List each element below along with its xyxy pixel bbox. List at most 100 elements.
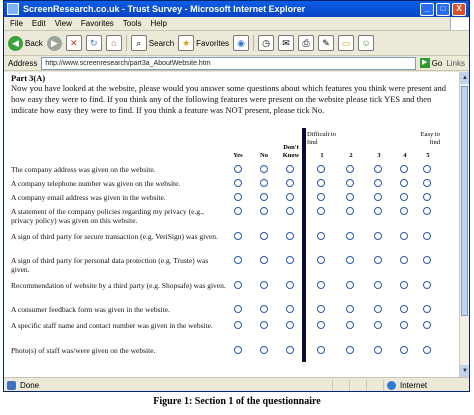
media-icon[interactable]: ◉ bbox=[233, 35, 250, 51]
radio-scale-4[interactable] bbox=[400, 232, 408, 240]
close-button[interactable]: X bbox=[452, 2, 466, 16]
radio-dont-know[interactable] bbox=[286, 165, 294, 173]
radio-no[interactable] bbox=[260, 232, 268, 240]
radio-scale-5[interactable] bbox=[423, 193, 431, 201]
radio-no[interactable] bbox=[260, 321, 268, 329]
radio-yes[interactable] bbox=[234, 305, 242, 313]
radio-no[interactable] bbox=[260, 193, 268, 201]
radio-scale-2[interactable] bbox=[346, 321, 354, 329]
radio-no[interactable] bbox=[260, 207, 268, 215]
radio-scale-1[interactable] bbox=[317, 256, 325, 264]
messenger-icon[interactable]: ☺ bbox=[358, 35, 375, 51]
vertical-scrollbar[interactable]: ▲ ▼ bbox=[459, 72, 469, 377]
radio-scale-5[interactable] bbox=[423, 165, 431, 173]
radio-scale-3[interactable] bbox=[374, 207, 382, 215]
home-icon[interactable]: ⌂ bbox=[105, 35, 122, 51]
radio-scale-1[interactable] bbox=[317, 346, 325, 354]
radio-dont-know[interactable] bbox=[286, 305, 294, 313]
scroll-up-icon[interactable]: ▲ bbox=[460, 72, 469, 84]
menu-view[interactable]: View bbox=[55, 19, 72, 28]
radio-dont-know[interactable] bbox=[286, 193, 294, 201]
radio-yes[interactable] bbox=[234, 232, 242, 240]
radio-scale-4[interactable] bbox=[400, 256, 408, 264]
search-button[interactable]: ⌕ Search bbox=[130, 34, 174, 52]
radio-dont-know[interactable] bbox=[286, 281, 294, 289]
radio-dont-know[interactable] bbox=[286, 207, 294, 215]
radio-scale-2[interactable] bbox=[346, 193, 354, 201]
radio-scale-5[interactable] bbox=[423, 207, 431, 215]
radio-scale-1[interactable] bbox=[317, 232, 325, 240]
refresh-icon[interactable]: ↻ bbox=[85, 35, 102, 51]
radio-scale-4[interactable] bbox=[400, 321, 408, 329]
radio-yes[interactable] bbox=[234, 281, 242, 289]
radio-scale-5[interactable] bbox=[423, 256, 431, 264]
maximize-button[interactable]: □ bbox=[436, 2, 450, 16]
radio-scale-5[interactable] bbox=[423, 321, 431, 329]
radio-scale-3[interactable] bbox=[374, 165, 382, 173]
links-button[interactable]: Links bbox=[446, 59, 465, 68]
address-input[interactable]: http://www.screenresearch/part3a_AboutWe… bbox=[41, 56, 416, 70]
radio-scale-4[interactable] bbox=[400, 179, 408, 187]
radio-dont-know[interactable] bbox=[286, 256, 294, 264]
menu-file[interactable]: File bbox=[10, 19, 23, 28]
radio-scale-5[interactable] bbox=[423, 346, 431, 354]
stop-icon[interactable]: ✕ bbox=[65, 35, 82, 51]
history-icon[interactable]: ◷ bbox=[258, 35, 275, 51]
back-button[interactable]: ◀ Back bbox=[8, 34, 43, 52]
radio-dont-know[interactable] bbox=[286, 321, 294, 329]
radio-yes[interactable] bbox=[234, 165, 242, 173]
radio-scale-1[interactable] bbox=[317, 193, 325, 201]
radio-scale-5[interactable] bbox=[423, 281, 431, 289]
radio-scale-3[interactable] bbox=[374, 346, 382, 354]
radio-scale-5[interactable] bbox=[423, 232, 431, 240]
radio-no[interactable] bbox=[260, 179, 268, 187]
menu-favorites[interactable]: Favorites bbox=[81, 19, 114, 28]
radio-scale-1[interactable] bbox=[317, 281, 325, 289]
radio-scale-3[interactable] bbox=[374, 281, 382, 289]
radio-yes[interactable] bbox=[234, 321, 242, 329]
radio-scale-5[interactable] bbox=[423, 305, 431, 313]
radio-yes[interactable] bbox=[234, 207, 242, 215]
radio-scale-4[interactable] bbox=[400, 305, 408, 313]
radio-scale-4[interactable] bbox=[400, 346, 408, 354]
radio-scale-2[interactable] bbox=[346, 346, 354, 354]
print-icon[interactable]: ⎙ bbox=[298, 35, 315, 51]
radio-scale-4[interactable] bbox=[400, 207, 408, 215]
radio-scale-2[interactable] bbox=[346, 256, 354, 264]
radio-scale-2[interactable] bbox=[346, 179, 354, 187]
folder-icon[interactable]: ▭ bbox=[338, 35, 355, 51]
radio-scale-4[interactable] bbox=[400, 193, 408, 201]
radio-no[interactable] bbox=[260, 256, 268, 264]
radio-scale-1[interactable] bbox=[317, 321, 325, 329]
radio-scale-3[interactable] bbox=[374, 256, 382, 264]
radio-no[interactable] bbox=[260, 165, 268, 173]
radio-dont-know[interactable] bbox=[286, 232, 294, 240]
menu-tools[interactable]: Tools bbox=[123, 19, 142, 28]
radio-no[interactable] bbox=[260, 346, 268, 354]
radio-yes[interactable] bbox=[234, 256, 242, 264]
forward-button[interactable]: ▶ bbox=[46, 34, 62, 52]
radio-yes[interactable] bbox=[234, 346, 242, 354]
mail-icon[interactable]: ✉ bbox=[278, 35, 295, 51]
scroll-thumb[interactable] bbox=[461, 86, 468, 316]
edit-icon[interactable]: ✎ bbox=[318, 35, 335, 51]
scroll-down-icon[interactable]: ▼ bbox=[460, 365, 469, 377]
radio-scale-3[interactable] bbox=[374, 193, 382, 201]
radio-scale-3[interactable] bbox=[374, 232, 382, 240]
go-button[interactable]: ▶ Go bbox=[419, 58, 442, 68]
radio-scale-3[interactable] bbox=[374, 321, 382, 329]
menu-edit[interactable]: Edit bbox=[32, 19, 46, 28]
radio-scale-1[interactable] bbox=[317, 165, 325, 173]
radio-scale-4[interactable] bbox=[400, 281, 408, 289]
radio-scale-1[interactable] bbox=[317, 207, 325, 215]
radio-scale-1[interactable] bbox=[317, 305, 325, 313]
radio-yes[interactable] bbox=[234, 193, 242, 201]
radio-scale-2[interactable] bbox=[346, 232, 354, 240]
radio-scale-2[interactable] bbox=[346, 281, 354, 289]
radio-scale-3[interactable] bbox=[374, 179, 382, 187]
radio-scale-2[interactable] bbox=[346, 305, 354, 313]
favorites-button[interactable]: ★ Favorites bbox=[178, 34, 229, 52]
radio-scale-3[interactable] bbox=[374, 305, 382, 313]
radio-scale-2[interactable] bbox=[346, 207, 354, 215]
radio-no[interactable] bbox=[260, 305, 268, 313]
